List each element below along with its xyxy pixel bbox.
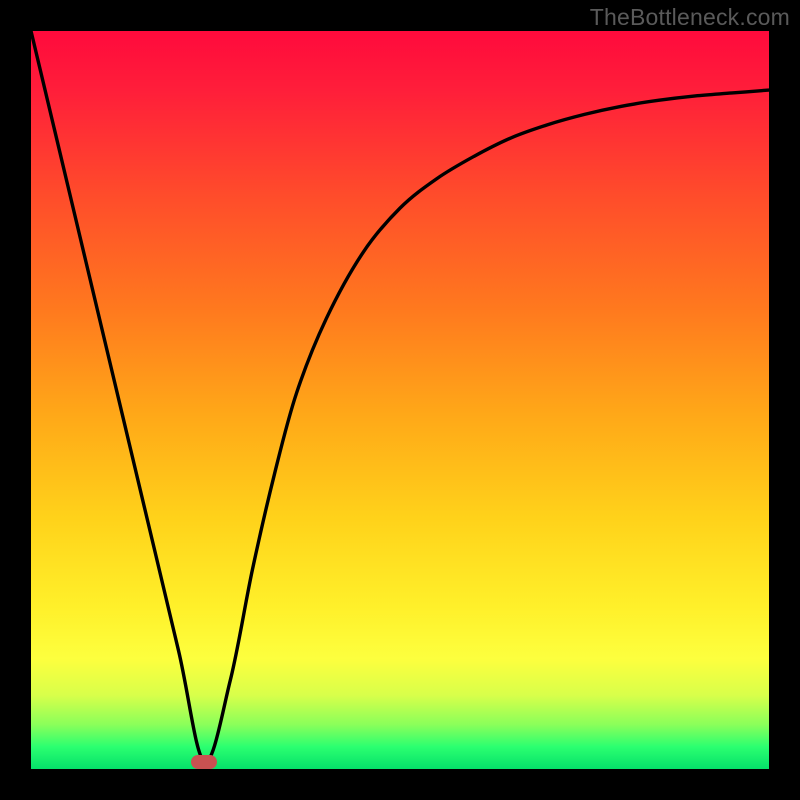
plot-area bbox=[31, 31, 769, 769]
minimum-marker bbox=[191, 755, 217, 769]
curve-layer bbox=[31, 31, 769, 769]
watermark-text: TheBottleneck.com bbox=[590, 4, 790, 31]
chart-frame: TheBottleneck.com bbox=[0, 0, 800, 800]
bottleneck-curve bbox=[31, 31, 769, 762]
